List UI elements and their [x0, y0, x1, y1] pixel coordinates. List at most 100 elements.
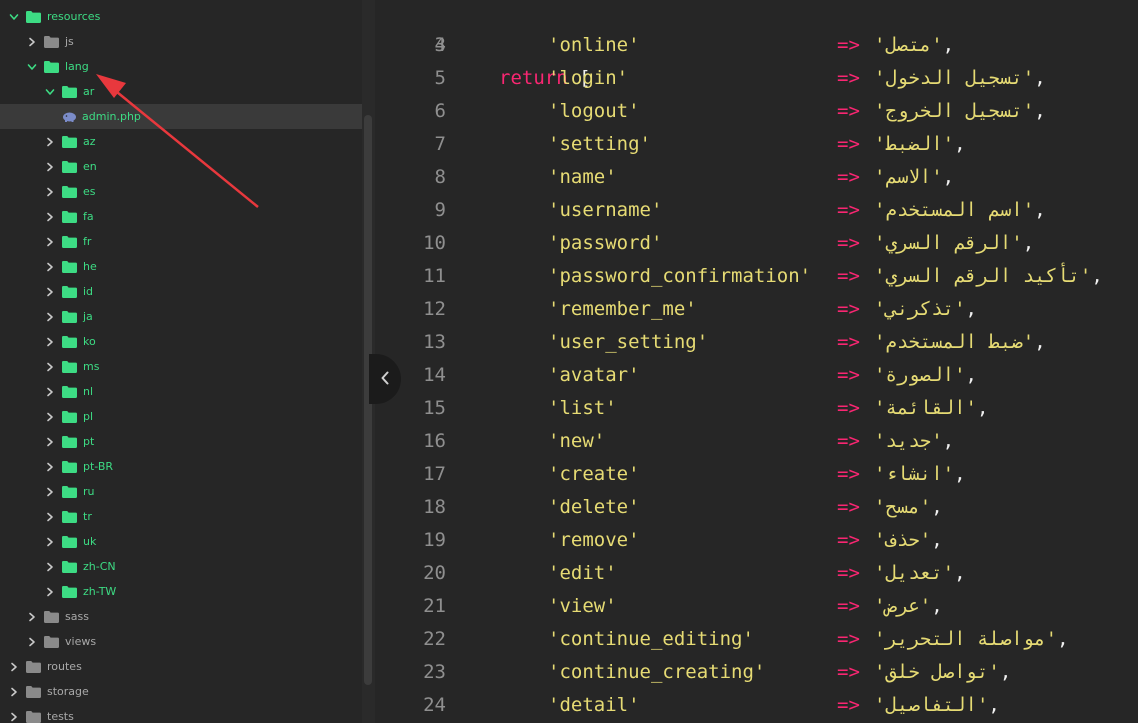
array-key: 'online' [548, 34, 640, 56]
tree-item-label: en [83, 160, 97, 173]
chevron-down-icon[interactable] [44, 86, 56, 98]
arrow-operator: => [837, 331, 860, 353]
tree-item-label: zh-TW [83, 585, 117, 598]
chevron-right-icon[interactable] [44, 336, 56, 348]
chevron-right-icon[interactable] [44, 186, 56, 198]
chevron-right-icon[interactable] [44, 261, 56, 273]
tree-item-label: storage [47, 685, 89, 698]
chevron-right-icon[interactable] [44, 486, 56, 498]
array-value: 'الاسم' [874, 166, 943, 188]
ide-window: resources js lang ar admin.php az en es fa fr he id… [0, 0, 1138, 723]
chevron-right-icon[interactable] [44, 236, 56, 248]
chevron-right-icon[interactable] [44, 161, 56, 173]
array-value: 'اسم المستخدم' [874, 199, 1035, 221]
chevron-right-icon[interactable] [44, 361, 56, 373]
code-line: 24 'detail' => 'التفاصيل', [376, 689, 1138, 722]
line-number: 13 [423, 331, 446, 353]
tree-item-zh-tw[interactable]: zh-TW [0, 579, 362, 604]
tree-item-az[interactable]: az [0, 129, 362, 154]
tree-item-ru[interactable]: ru [0, 479, 362, 504]
chevron-down-icon[interactable] [26, 61, 38, 73]
tree-item-label: pt-BR [83, 460, 114, 473]
tree-item-pt-br[interactable]: pt-BR [0, 454, 362, 479]
code-line: 13 'user_setting' => 'ضبط المستخدم', [376, 326, 1138, 359]
chevron-right-icon[interactable] [44, 536, 56, 548]
line-number: 11 [423, 265, 446, 287]
tree-item-label: zh-CN [83, 560, 116, 573]
array-value-wrapper: 'الصورة', [874, 359, 977, 392]
array-value-wrapper: 'جديد', [874, 425, 954, 458]
arrow-operator: => [837, 496, 860, 518]
chevron-right-icon[interactable] [8, 686, 20, 698]
tree-item-admin-php[interactable]: admin.php [0, 104, 362, 129]
array-value: 'القائمة' [874, 397, 977, 419]
code-editor[interactable]: 3 return [ 4 'online' => 'متصل', 5 'login' => '… [376, 0, 1138, 723]
array-value-wrapper: 'تسجيل الخروج', [874, 95, 1046, 128]
chevron-right-icon[interactable] [44, 311, 56, 323]
tree-item-label: pl [83, 410, 94, 423]
tree-item-ja[interactable]: ja [0, 304, 362, 329]
tree-item-uk[interactable]: uk [0, 529, 362, 554]
tree-item-routes[interactable]: routes [0, 654, 362, 679]
arrow-operator: => [837, 199, 860, 221]
tree-item-fr[interactable]: fr [0, 229, 362, 254]
tree-item-label: lang [65, 60, 89, 73]
tree-item-es[interactable]: es [0, 179, 362, 204]
chevron-right-icon[interactable] [44, 211, 56, 223]
chevron-right-icon[interactable] [44, 561, 56, 573]
chevron-right-icon[interactable] [44, 411, 56, 423]
tree-item-id[interactable]: id [0, 279, 362, 304]
line-number: 5 [434, 67, 446, 89]
chevron-right-icon[interactable] [8, 711, 20, 723]
tree-item-tests[interactable]: tests [0, 704, 362, 723]
chevron-right-icon[interactable] [26, 611, 38, 623]
tree-item-sass[interactable]: sass [0, 604, 362, 629]
array-value: 'تواصل خلق' [874, 661, 1000, 683]
chevron-right-icon[interactable] [44, 386, 56, 398]
tree-item-zh-cn[interactable]: zh-CN [0, 554, 362, 579]
chevron-right-icon[interactable] [44, 461, 56, 473]
tree-item-pl[interactable]: pl [0, 404, 362, 429]
tree-item-he[interactable]: he [0, 254, 362, 279]
array-value-wrapper: 'تأكيد الرقم السري', [874, 260, 1103, 293]
chevron-right-icon[interactable] [8, 661, 20, 673]
tree-item-resources[interactable]: resources [0, 4, 362, 29]
chevron-right-icon[interactable] [26, 636, 38, 648]
chevron-right-icon[interactable] [44, 136, 56, 148]
array-value-wrapper: 'الاسم', [874, 161, 954, 194]
array-value-wrapper: 'انشاء', [874, 458, 966, 491]
chevron-right-icon[interactable] [26, 36, 38, 48]
tree-item-label: he [83, 260, 97, 273]
tree-item-js[interactable]: js [0, 29, 362, 54]
tree-item-ms[interactable]: ms [0, 354, 362, 379]
chevron-right-icon[interactable] [44, 586, 56, 598]
tree-item-pt[interactable]: pt [0, 429, 362, 454]
tree-item-storage[interactable]: storage [0, 679, 362, 704]
chevron-right-icon[interactable] [44, 511, 56, 523]
code-line: 16 'new' => 'جديد', [376, 425, 1138, 458]
array-value-wrapper: 'القائمة', [874, 392, 988, 425]
folder-icon [26, 660, 41, 673]
folder-icon [62, 235, 77, 248]
tree-item-ar[interactable]: ar [0, 79, 362, 104]
tree-item-en[interactable]: en [0, 154, 362, 179]
tree-item-lang[interactable]: lang [0, 54, 362, 79]
line-number: 22 [423, 628, 446, 650]
line-number: 20 [423, 562, 446, 584]
tree-item-label: routes [47, 660, 82, 673]
tree-item-tr[interactable]: tr [0, 504, 362, 529]
chevron-down-icon[interactable] [8, 11, 20, 23]
array-value-wrapper: 'عرض', [874, 590, 943, 623]
tree-item-fa[interactable]: fa [0, 204, 362, 229]
code-line: 18 'delete' => 'مسح', [376, 491, 1138, 524]
array-value-wrapper: 'متصل', [874, 29, 954, 62]
array-value: 'التفاصيل' [874, 694, 989, 716]
chevron-right-icon[interactable] [44, 286, 56, 298]
chevron-right-icon[interactable] [44, 436, 56, 448]
folder-icon [62, 260, 77, 273]
arrow-operator: => [837, 67, 860, 89]
tree-item-nl[interactable]: nl [0, 379, 362, 404]
tree-item-label: ko [83, 335, 96, 348]
tree-item-views[interactable]: views [0, 629, 362, 654]
tree-item-ko[interactable]: ko [0, 329, 362, 354]
